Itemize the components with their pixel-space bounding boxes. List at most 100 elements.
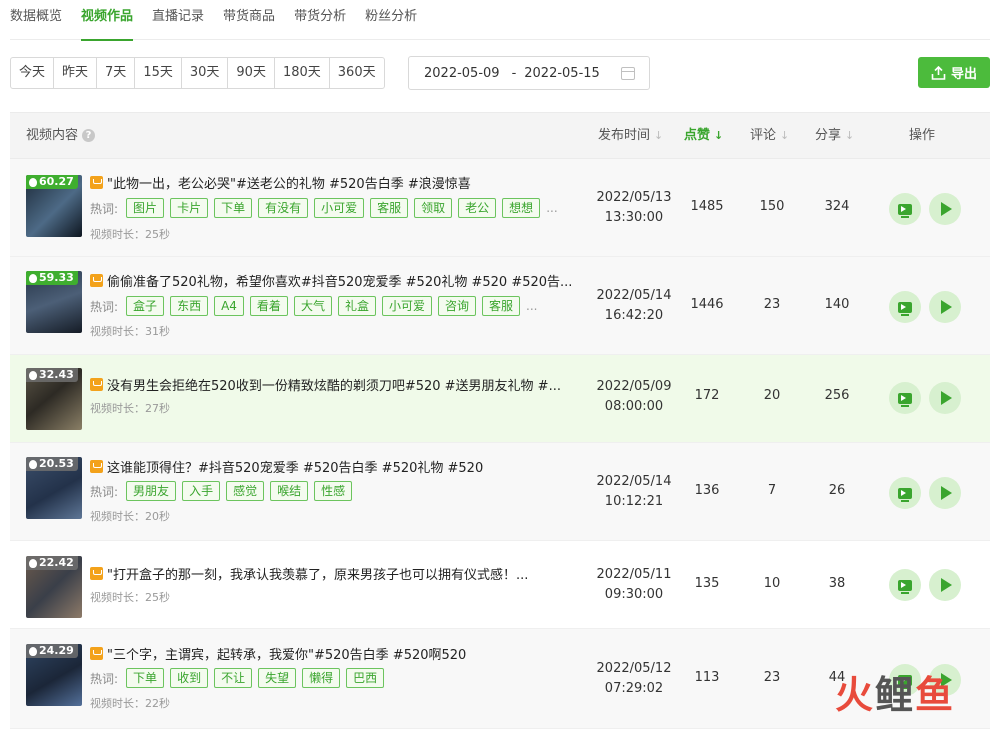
col-content-label: 视频内容 bbox=[26, 128, 79, 143]
hot-word-tag[interactable]: 客服 bbox=[482, 296, 521, 316]
video-thumbnail[interactable]: 24.29 bbox=[26, 644, 82, 706]
tab-sale-analysis[interactable]: 带货分析 bbox=[294, 0, 346, 40]
watermark-logo: 火鲤鱼 bbox=[835, 664, 955, 719]
hot-word-tag[interactable]: 领取 bbox=[414, 198, 453, 218]
video-duration: 视频时长：20秒 bbox=[90, 510, 170, 523]
col-shares[interactable]: 分享 ↓ bbox=[815, 113, 854, 158]
hot-word-tag[interactable]: 老公 bbox=[458, 198, 497, 218]
play-button[interactable] bbox=[929, 382, 961, 414]
watch-video-button[interactable] bbox=[889, 193, 921, 225]
col-likes[interactable]: 点赞 ↓ bbox=[684, 113, 723, 158]
hot-word-tag[interactable]: 东西 bbox=[170, 296, 209, 316]
range-7d-button[interactable]: 7天 bbox=[97, 58, 136, 88]
range-30d-button[interactable]: 30天 bbox=[182, 58, 229, 88]
hot-word-tag[interactable]: 小可爱 bbox=[381, 296, 432, 316]
watch-video-button[interactable] bbox=[889, 291, 921, 323]
hot-label: 热词: bbox=[90, 484, 119, 499]
range-360d-button[interactable]: 360天 bbox=[330, 58, 384, 88]
hot-word-tag[interactable]: 感觉 bbox=[226, 481, 265, 501]
likes-count: 172 bbox=[694, 388, 720, 403]
hot-word-tag[interactable]: 不让 bbox=[214, 668, 253, 688]
video-title[interactable]: "三个字，主谓宾，起转承，我爱你"#520告白季 #520啊520 bbox=[90, 644, 466, 663]
table-row: 20.53 这谁能顶得住？#抖音520宠爱季 #520告白季 #520礼物 #5… bbox=[10, 443, 990, 541]
col-comments[interactable]: 评论 ↓ bbox=[750, 113, 789, 158]
range-15d-button[interactable]: 15天 bbox=[135, 58, 182, 88]
tab-fans-analysis[interactable]: 粉丝分析 bbox=[365, 0, 417, 40]
score-value: 60.27 bbox=[39, 175, 74, 188]
likes-count: 136 bbox=[694, 483, 720, 498]
hot-word-tag[interactable]: 礼盒 bbox=[337, 296, 376, 316]
tab-data-overview[interactable]: 数据概览 bbox=[10, 0, 62, 40]
comments-count: 20 bbox=[763, 388, 781, 403]
watch-video-button[interactable] bbox=[889, 477, 921, 509]
play-button[interactable] bbox=[929, 569, 961, 601]
hot-word-tag[interactable]: 图片 bbox=[126, 198, 165, 218]
hot-word-tag[interactable]: 性感 bbox=[314, 481, 353, 501]
date-range-picker[interactable]: 2022-05-09 - 2022-05-15 bbox=[408, 56, 650, 90]
hot-word-tag[interactable]: 小可爱 bbox=[314, 198, 365, 218]
publish-time: 2022/05/13 13:30:00 bbox=[589, 188, 679, 228]
comments-count: 7 bbox=[767, 483, 777, 498]
publish-clock: 10:12:21 bbox=[604, 494, 664, 509]
col-actions-label: 操作 bbox=[909, 128, 936, 143]
video-title[interactable]: "打开盒子的那一刻，我承认我羡慕了，原来男孩子也可以拥有仪式感！... bbox=[90, 564, 528, 583]
video-title[interactable]: 这谁能顶得住？#抖音520宠爱季 #520告白季 #520礼物 #520 bbox=[90, 457, 483, 476]
video-title-text: "打开盒子的那一刻，我承认我羡慕了，原来男孩子也可以拥有仪式感！... bbox=[107, 568, 529, 583]
fire-icon bbox=[29, 177, 37, 187]
hot-word-tag[interactable]: 有没有 bbox=[258, 198, 309, 218]
video-thumbnail[interactable]: 22.42 bbox=[26, 556, 82, 618]
range-90d-button[interactable]: 90天 bbox=[228, 58, 275, 88]
play-button[interactable] bbox=[929, 193, 961, 225]
hot-word-tag[interactable]: 大气 bbox=[293, 296, 332, 316]
video-thumbnail[interactable]: 60.27 bbox=[26, 175, 82, 237]
hot-word-tag[interactable]: 想想 bbox=[502, 198, 541, 218]
video-title-text: 这谁能顶得住？#抖音520宠爱季 #520告白季 #520礼物 #520 bbox=[107, 461, 484, 476]
hot-word-tag[interactable]: 失望 bbox=[258, 668, 297, 688]
col-publish-time[interactable]: 发布时间 ↓ bbox=[598, 113, 663, 158]
hot-label: 热词: bbox=[90, 299, 119, 314]
watch-video-button[interactable] bbox=[889, 382, 921, 414]
hot-word-tag[interactable]: 看着 bbox=[249, 296, 288, 316]
hot-label: 热词: bbox=[90, 671, 119, 686]
video-title[interactable]: "此物一出，老公必哭"#送老公的礼物 #520告白季 #浪漫惊喜 bbox=[90, 173, 471, 192]
hot-word-tag[interactable]: 咨询 bbox=[437, 296, 476, 316]
range-today-button[interactable]: 今天 bbox=[11, 58, 55, 88]
export-button[interactable]: 导出 bbox=[918, 57, 990, 88]
play-icon bbox=[941, 391, 952, 405]
publish-time: 2022/05/14 10:12:21 bbox=[589, 472, 679, 512]
hot-word-tag[interactable]: 男朋友 bbox=[126, 481, 177, 501]
hot-word-tag[interactable]: 喉结 bbox=[270, 481, 309, 501]
hot-word-tag[interactable]: 客服 bbox=[370, 198, 409, 218]
video-title[interactable]: 没有男生会拒绝在520收到一份精致炫酷的剃须刀吧#520 #送男朋友礼物 #..… bbox=[90, 375, 561, 394]
hot-word-tag[interactable]: 懒得 bbox=[302, 668, 341, 688]
hot-word-tag[interactable]: 入手 bbox=[182, 481, 221, 501]
hot-word-tag[interactable]: 下单 bbox=[214, 198, 253, 218]
help-icon[interactable]: ? bbox=[82, 129, 96, 142]
score-badge: 59.33 bbox=[26, 271, 78, 285]
video-thumbnail[interactable]: 32.43 bbox=[26, 368, 82, 430]
video-thumbnail[interactable]: 59.33 bbox=[26, 271, 82, 333]
play-button[interactable] bbox=[929, 291, 961, 323]
cart-icon bbox=[90, 647, 103, 660]
tab-sale-products[interactable]: 带货商品 bbox=[223, 0, 275, 40]
fire-icon bbox=[29, 558, 37, 568]
tab-video-works[interactable]: 视频作品 bbox=[81, 0, 134, 41]
tv-icon bbox=[898, 579, 912, 594]
play-button[interactable] bbox=[929, 477, 961, 509]
watch-video-button[interactable] bbox=[889, 569, 921, 601]
hot-word-tag[interactable]: 下单 bbox=[126, 668, 165, 688]
hot-word-tag[interactable]: A4 bbox=[214, 296, 244, 316]
hot-word-tag[interactable]: 盒子 bbox=[126, 296, 165, 316]
range-180d-button[interactable]: 180天 bbox=[275, 58, 330, 88]
table-row: 59.33 偷偷准备了520礼物，希望你喜欢#抖音520宠爱季 #520礼物 #… bbox=[10, 257, 990, 355]
hot-word-tag[interactable]: 收到 bbox=[170, 668, 209, 688]
hot-word-tag[interactable]: 巴西 bbox=[346, 668, 385, 688]
hot-word-tag[interactable]: 卡片 bbox=[170, 198, 209, 218]
video-thumbnail[interactable]: 20.53 bbox=[26, 457, 82, 519]
video-title[interactable]: 偷偷准备了520礼物，希望你喜欢#抖音520宠爱季 #520礼物 #520 #5… bbox=[90, 271, 572, 290]
tab-live-records[interactable]: 直播记录 bbox=[152, 0, 204, 40]
range-yesterday-button[interactable]: 昨天 bbox=[54, 58, 98, 88]
hot-words: 热词: 图片 卡片 下单 有没有 小可爱 客服 领取 老公 想想 ... bbox=[90, 198, 558, 218]
table-row: 22.42 "打开盒子的那一刻，我承认我羡慕了，原来男孩子也可以拥有仪式感！..… bbox=[10, 541, 990, 629]
date-start: 2022-05-09 bbox=[424, 65, 500, 81]
